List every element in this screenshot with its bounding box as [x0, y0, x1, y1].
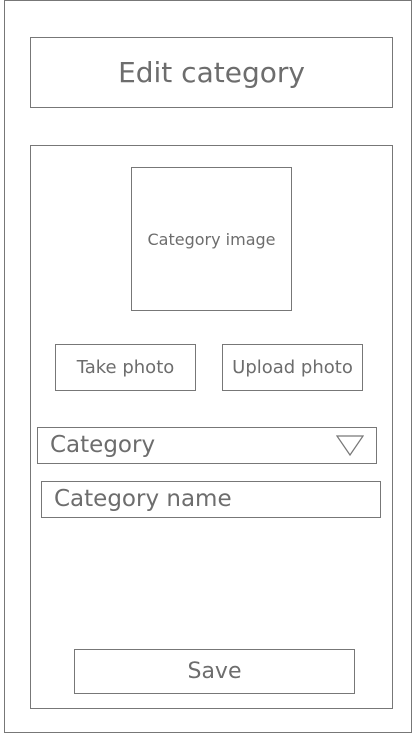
chevron-down-icon	[336, 435, 364, 457]
category-select-value: Category	[50, 432, 156, 458]
save-button-label: Save	[187, 659, 242, 684]
page-title-text: Edit category	[118, 56, 305, 89]
page-title: Edit category	[30, 37, 393, 108]
take-photo-label: Take photo	[76, 357, 175, 378]
upload-photo-label: Upload photo	[232, 357, 353, 378]
save-button[interactable]: Save	[74, 649, 355, 694]
category-name-field[interactable]: Category name	[41, 481, 381, 518]
category-image-placeholder[interactable]: Category image	[131, 167, 292, 311]
take-photo-button[interactable]: Take photo	[55, 344, 196, 391]
category-select[interactable]: Category	[37, 427, 377, 464]
upload-photo-button[interactable]: Upload photo	[222, 344, 363, 391]
category-name-placeholder: Category name	[54, 486, 232, 512]
category-image-label: Category image	[147, 229, 276, 249]
